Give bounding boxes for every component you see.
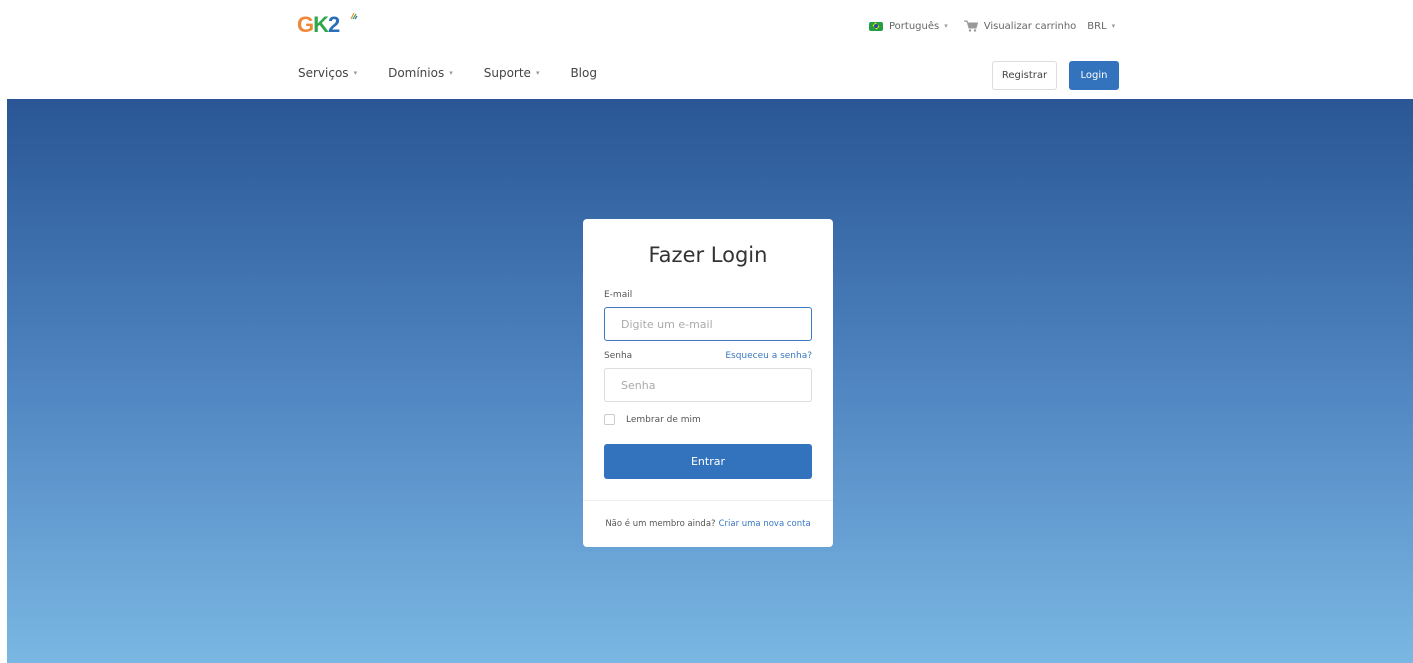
view-cart-link[interactable]: Visualizar carrinho <box>984 21 1077 32</box>
logo-spark-icon <box>350 12 358 20</box>
chevron-down-icon: ▾ <box>1111 22 1116 30</box>
register-button[interactable]: Registrar <box>992 61 1057 90</box>
main-nav: Serviços ▾ Domínios ▾ Suporte ▾ Blog <box>298 66 628 80</box>
login-button[interactable]: Login <box>1069 61 1119 90</box>
login-card: Fazer Login E-mail Digite um e-mail Senh… <box>583 219 833 547</box>
submit-button[interactable]: Entrar <box>604 444 812 479</box>
chevron-down-icon: ▾ <box>353 69 358 77</box>
nav-item-suporte[interactable]: Suporte ▾ <box>484 66 540 80</box>
card-footer: Não é um membro ainda? Criar uma nova co… <box>583 500 833 547</box>
top-utility-bar: Português ▾ Visualizar carrinho BRL ▾ <box>869 18 1115 34</box>
password-label: Senha <box>604 351 633 361</box>
nav-item-blog[interactable]: Blog <box>570 66 597 80</box>
forgot-password-link[interactable]: Esqueceu a senha? <box>725 351 812 361</box>
currency-selector[interactable]: BRL <box>1087 21 1106 32</box>
remember-me-checkbox[interactable] <box>604 414 615 425</box>
nav-item-dominios[interactable]: Domínios ▾ <box>388 66 453 80</box>
chevron-down-icon: ▾ <box>449 69 453 77</box>
nav-item-servicos[interactable]: Serviços ▾ <box>298 66 357 80</box>
cart-icon <box>963 20 978 32</box>
email-field[interactable]: Digite um e-mail <box>604 307 812 341</box>
logo-digit-2: 2 <box>328 12 340 37</box>
brazil-flag-icon <box>869 21 883 31</box>
email-label: E-mail <box>604 290 633 300</box>
footer-text: Não é um membro ainda? <box>605 519 716 529</box>
login-title: Fazer Login <box>648 243 768 267</box>
remember-me-label[interactable]: Lembrar de mim <box>626 415 701 425</box>
password-field[interactable]: Senha <box>604 368 812 402</box>
header: GK2 Português ▾ Visualizar carrinho BRL … <box>0 0 1413 99</box>
chevron-down-icon: ▾ <box>944 22 948 30</box>
brand-logo[interactable]: GK2 <box>297 12 361 42</box>
logo-letter-k: K <box>313 12 329 37</box>
logo-letter-g: G <box>297 12 314 37</box>
create-account-link[interactable]: Criar uma nova conta <box>719 519 811 529</box>
language-selector[interactable]: Português <box>889 21 939 32</box>
chevron-down-icon: ▾ <box>535 69 540 77</box>
remember-me-row: Lembrar de mim <box>604 414 701 425</box>
